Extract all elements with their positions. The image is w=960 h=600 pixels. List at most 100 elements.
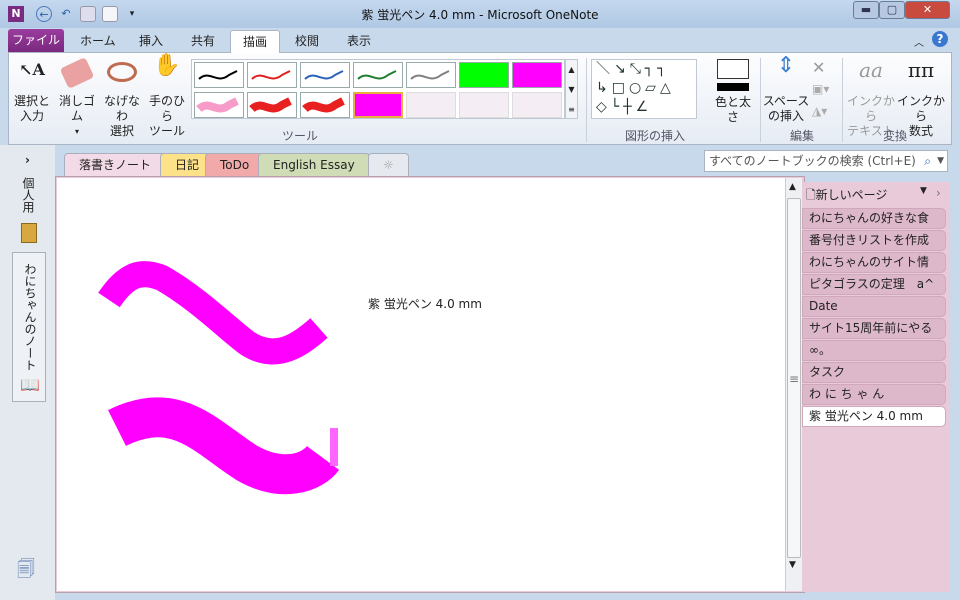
pen-marker-swatch[interactable] bbox=[194, 92, 244, 118]
empty-pen-slot bbox=[406, 92, 456, 118]
color-swatch-icon bbox=[717, 59, 749, 79]
page-scrollbar[interactable]: ▲ ≡ ▼ bbox=[785, 178, 802, 591]
page-tab[interactable]: ピタゴラスの定理 a^ bbox=[802, 274, 946, 295]
pen-pen-swatch[interactable] bbox=[247, 62, 297, 88]
divider bbox=[760, 58, 761, 142]
tab-view[interactable]: 表示 bbox=[335, 30, 383, 52]
label: ツール bbox=[148, 124, 185, 138]
pen-stroke-icon bbox=[249, 97, 292, 113]
ink-stroke-2 bbox=[108, 397, 340, 495]
notebook-wani[interactable]: わにちゃんのノート 📖 bbox=[12, 252, 46, 402]
pen-stroke-icon bbox=[251, 70, 291, 80]
tab-insert[interactable]: 挿入 bbox=[127, 30, 175, 52]
page-tab[interactable]: Date bbox=[802, 296, 946, 317]
panning-hand-button[interactable]: ✋ 手のひら ツール bbox=[145, 53, 189, 139]
tab-home[interactable]: ホーム bbox=[68, 30, 128, 52]
minimize-button[interactable]: ▬ bbox=[853, 1, 879, 19]
label: 色と太さ bbox=[714, 95, 751, 124]
arrange-icon[interactable]: ▣▾ bbox=[812, 82, 829, 96]
thickness-icon bbox=[717, 83, 749, 91]
maximize-button[interactable]: ▢ bbox=[879, 1, 905, 19]
tab-share[interactable]: 共有 bbox=[179, 30, 227, 52]
new-section-tab[interactable]: ☼ bbox=[368, 153, 409, 177]
help-icon[interactable]: ? bbox=[932, 31, 948, 47]
collapse-ribbon-icon[interactable]: ︿ bbox=[914, 34, 924, 49]
lasso-select-button[interactable]: なげなわ 選択 bbox=[100, 58, 144, 139]
delete-icon[interactable]: ✕ bbox=[812, 58, 825, 77]
scroll-up-icon[interactable]: ▲ bbox=[789, 182, 796, 192]
page-tab[interactable]: 紫 蛍光ペン 4.0 mm bbox=[802, 406, 946, 427]
search-input[interactable]: すべてのノートブックの検索 (Ctrl+E) ⌕ ▼ bbox=[704, 150, 948, 172]
eraser-button[interactable]: 消しゴム ▾ bbox=[55, 57, 99, 139]
new-page-button[interactable]: 🗋新しいページ ▼ › bbox=[806, 186, 946, 207]
tab-draw[interactable]: 描画 bbox=[230, 30, 281, 53]
section-tab-rakugaki[interactable]: 落書きノート bbox=[64, 153, 167, 178]
notebook-icon bbox=[21, 223, 37, 243]
page-tab[interactable]: わ に ち ゃ ん bbox=[802, 384, 946, 405]
label: なげなわ bbox=[103, 94, 140, 123]
expand-nav-icon[interactable]: › bbox=[25, 153, 30, 167]
ink-to-text-icon: aa bbox=[859, 58, 883, 82]
label: 消しゴム bbox=[58, 94, 95, 123]
label: 新しいページ bbox=[815, 188, 888, 202]
tab-file[interactable]: ファイル bbox=[8, 29, 64, 52]
section-tab-english-essay[interactable]: English Essay bbox=[258, 153, 370, 177]
eraser-icon bbox=[59, 57, 95, 89]
close-button[interactable]: ✕ bbox=[905, 1, 950, 19]
notebook-personal[interactable]: 個人用 bbox=[20, 177, 37, 213]
collapse-pages-icon[interactable]: › bbox=[936, 186, 941, 200]
new-page-dropdown-icon[interactable]: ▼ bbox=[920, 186, 927, 196]
pen-pen-swatch[interactable] bbox=[300, 62, 350, 88]
pen-pen-swatch[interactable] bbox=[406, 62, 456, 88]
page-tab[interactable]: サイト15周年前にやる bbox=[802, 318, 946, 339]
ribbon-tab-row: ファイル ホーム 挿入 共有 描画 校閲 表示 ︿ ? bbox=[0, 28, 960, 53]
page-text[interactable]: 紫 蛍光ペン 4.0 mm bbox=[368, 295, 482, 312]
ink-to-math-icon: ππ bbox=[907, 58, 935, 82]
pen-stroke-icon bbox=[198, 70, 238, 80]
label: の挿入 bbox=[767, 109, 804, 123]
color-and-thickness-button[interactable]: 色と太さ bbox=[710, 59, 756, 125]
page-tab[interactable]: ∞。 bbox=[802, 340, 946, 361]
select-and-type-button[interactable]: ↖A 選択と 入力 bbox=[12, 58, 52, 124]
tab-review[interactable]: 校閲 bbox=[283, 30, 331, 52]
search-icon[interactable]: ⌕ bbox=[924, 151, 931, 171]
page-tab[interactable]: タスク bbox=[802, 362, 946, 383]
divider bbox=[842, 58, 843, 142]
pen-stroke-icon bbox=[302, 97, 345, 113]
scroll-thumb[interactable]: ≡ bbox=[787, 198, 801, 558]
unfiled-notes-icon[interactable]: 🗐 bbox=[17, 557, 35, 587]
line-shape-icons: ＼↘⤡┐┐ ↳□○▱△ ◇└┼∠ bbox=[596, 61, 675, 115]
convert-group-label: 変換 bbox=[883, 129, 908, 143]
page-tab[interactable]: わにちゃんのサイト情 bbox=[802, 252, 946, 273]
notebook-navigation: › 個人用 わにちゃんのノート 📖 🗐 bbox=[0, 145, 55, 600]
pen-stroke-icon bbox=[196, 97, 239, 113]
label: インクから bbox=[896, 94, 945, 123]
lasso-icon bbox=[107, 62, 137, 82]
label: 手のひら bbox=[148, 94, 185, 123]
pen-highlighter-swatch[interactable] bbox=[353, 92, 403, 118]
search-scope-dropdown-icon[interactable]: ▼ bbox=[937, 151, 944, 171]
scroll-down-icon[interactable]: ▼ bbox=[789, 560, 796, 570]
rotate-icon[interactable]: ◮▾ bbox=[812, 104, 827, 118]
pen-highlighter-swatch[interactable] bbox=[459, 62, 509, 88]
pen-marker-swatch[interactable] bbox=[300, 92, 350, 118]
section-tab-todo[interactable]: ToDo bbox=[205, 153, 265, 177]
tools-group-label: ツール bbox=[282, 129, 319, 143]
shapes-gallery[interactable]: ＼↘⤡┐┐ ↳□○▱△ ◇└┼∠ bbox=[591, 59, 697, 119]
label: インクから bbox=[846, 94, 895, 123]
pen-gallery bbox=[191, 59, 565, 119]
page-tab[interactable]: わにちゃんの好きな食 bbox=[802, 208, 946, 229]
label: スペース bbox=[762, 94, 810, 108]
pen-pen-swatch[interactable] bbox=[194, 62, 244, 88]
ink-stroke-1 bbox=[98, 261, 328, 365]
page-tab[interactable]: 番号付きリストを作成 bbox=[802, 230, 946, 251]
title-bar: N ← ↶ ▾ 紫 蛍光ペン 4.0 mm - Microsoft OneNot… bbox=[0, 0, 960, 28]
pen-highlighter-swatch[interactable] bbox=[512, 62, 562, 88]
empty-pen-slot bbox=[459, 92, 509, 118]
pen-pen-swatch[interactable] bbox=[353, 62, 403, 88]
page-canvas[interactable]: 紫 蛍光ペン 4.0 mm bbox=[57, 178, 785, 591]
pen-marker-swatch[interactable] bbox=[247, 92, 297, 118]
hand-icon: ✋ bbox=[153, 53, 181, 78]
pen-gallery-scroll[interactable]: ▲ ▼ ≡ bbox=[565, 59, 578, 119]
insert-space-button[interactable]: ⇕ スペース の挿入 bbox=[762, 55, 810, 124]
